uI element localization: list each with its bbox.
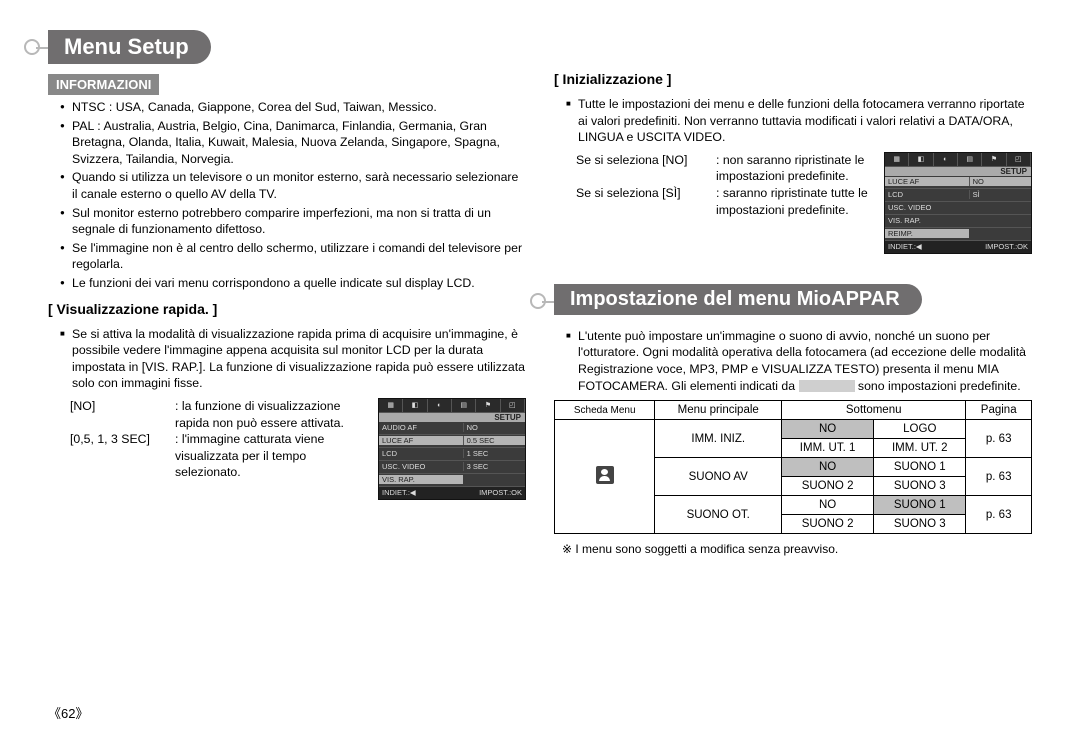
title-menu-setup: Menu Setup bbox=[48, 30, 211, 64]
info-list: NTSC : USA, Canada, Giappone, Corea del … bbox=[48, 99, 526, 292]
info-item: NTSC : USA, Canada, Giappone, Corea del … bbox=[60, 99, 526, 116]
camera-screen-init: ▦◧◐▤⚑◰ SETUP LUCE AFNO LCDSÌ USC. VIDEO … bbox=[884, 152, 1032, 254]
title-bar-left: Menu Setup bbox=[48, 30, 526, 64]
mycam-table: Scheda Menu Menu principale Sottomenu Pa… bbox=[554, 400, 1032, 534]
info-item: PAL : Australia, Austria, Belgio, Cina, … bbox=[60, 118, 526, 168]
page-number: 《62》 bbox=[48, 703, 88, 722]
camera-screen-quickview: ▦◧◐▤⚑◰ SETUP AUDIO AFNO LUCE AF0.5 SEC L… bbox=[378, 398, 526, 500]
heading-inizializzazione: [ Inizializzazione ] bbox=[554, 68, 1032, 90]
user-icon bbox=[596, 466, 614, 484]
info-item: Quando si utilizza un televisore o un mo… bbox=[60, 169, 526, 202]
init-intro-text: Tutte le impostazioni dei menu e delle f… bbox=[566, 96, 1032, 146]
left-column: Menu Setup INFORMAZIONI NTSC : USA, Cana… bbox=[48, 30, 526, 556]
qv-row-no: [NO] : la funzione di visualizzazione ra… bbox=[48, 398, 368, 431]
init-intro: Tutte le impostazioni dei menu e delle f… bbox=[554, 96, 1032, 146]
mycam-intro: L'utente può impostare un'immagine o suo… bbox=[554, 328, 1032, 394]
info-item: Sul monitor esterno potrebbero comparire… bbox=[60, 205, 526, 238]
right-column: [ Inizializzazione ] Tutte le impostazio… bbox=[554, 30, 1032, 556]
title-mioappar: Impostazione del menu MioAPPAR bbox=[554, 284, 922, 315]
title-bar-right: Impostazione del menu MioAPPAR bbox=[554, 284, 1032, 318]
quick-view-intro: Se si attiva la modalità di visualizzazi… bbox=[48, 326, 526, 392]
init-sel-si: Se si seleziona [SÌ] : saranno ripristin… bbox=[554, 185, 874, 218]
info-item: Le funzioni dei vari menu corrispondono … bbox=[60, 275, 526, 292]
heading-quick-view: [ Visualizzazione rapida. ] bbox=[48, 298, 526, 320]
table-footnote: ※ I menu sono soggetti a modifica senza … bbox=[554, 542, 1032, 556]
quick-view-intro-text: Se si attiva la modalità di visualizzazi… bbox=[60, 326, 526, 392]
info-item: Se l'immagine non è al centro dello sche… bbox=[60, 240, 526, 273]
init-sel-no: Se si seleziona [NO] : non saranno ripri… bbox=[554, 152, 874, 185]
heading-informazioni: INFORMAZIONI bbox=[48, 74, 159, 95]
qv-row-sec: [0,5, 1, 3 SEC] : l'immagine catturata v… bbox=[48, 431, 368, 481]
icon-cell bbox=[555, 420, 655, 534]
mycam-intro-text: L'utente può impostare un'immagine o suo… bbox=[566, 328, 1032, 394]
